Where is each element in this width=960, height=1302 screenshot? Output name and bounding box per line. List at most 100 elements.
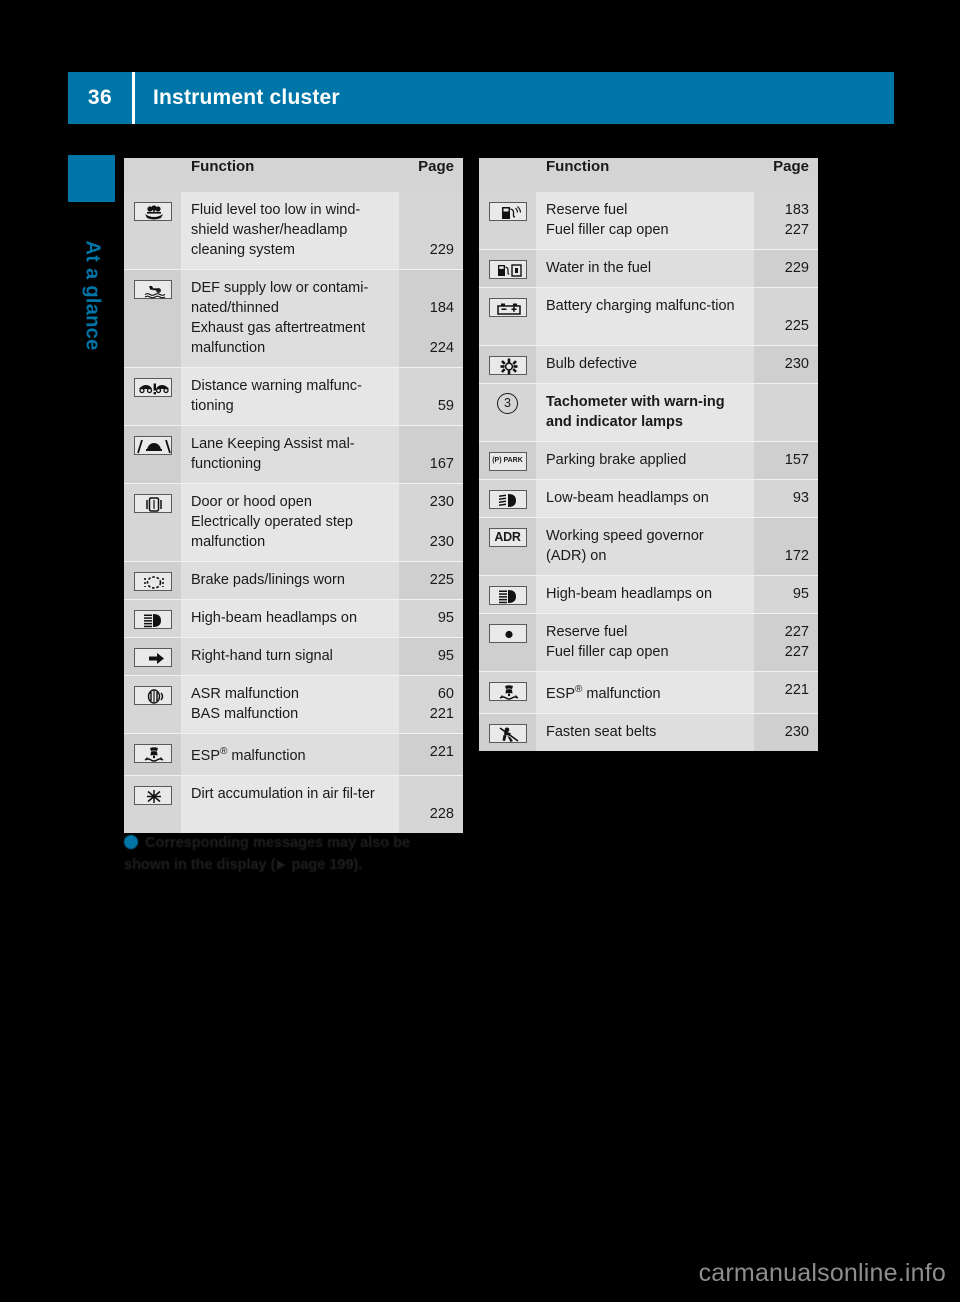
- page-title: Instrument cluster: [153, 86, 340, 109]
- row-function-cell: Bulb defective: [536, 345, 754, 384]
- function-text: Door or hood open: [191, 494, 312, 510]
- row-icon-cell: [124, 675, 181, 734]
- footnote: Corresponding messages may also be shown…: [124, 832, 454, 876]
- table-row[interactable]: Battery charging malfunc-tion 0225: [479, 287, 818, 346]
- left-table-container: Function Page Fluid level too low in wind-…: [124, 158, 463, 833]
- row-function-cell: Water in the fuel: [536, 249, 754, 288]
- warning-lamp-table-right: Function Page Reserve fuel Fuel filler cap …: [479, 158, 818, 751]
- table-row[interactable]: Distance warning malfunc-tioning 059: [124, 367, 463, 426]
- table-row[interactable]: Door or hood open Electrically operated s…: [124, 483, 463, 562]
- header-function-cell: Function: [536, 158, 754, 192]
- washer-fluid-icon: [133, 201, 172, 221]
- function-text: High-beam headlamps on: [546, 586, 713, 602]
- row-function-cell: Right-hand turn signal: [181, 637, 399, 676]
- function-text: High-beam headlamps on: [191, 610, 358, 626]
- row-page-cell: 227 227: [754, 613, 818, 672]
- table-row[interactable]: High-beam headlamps on 95: [479, 575, 818, 614]
- water-in-fuel-icon: [488, 259, 527, 279]
- header-icon-cell: [479, 158, 536, 192]
- row-page-cell: 95: [754, 575, 818, 614]
- row-page-cell: 0225: [754, 287, 818, 346]
- row-page-cell: 95: [399, 599, 463, 638]
- row-icon-cell: [124, 425, 181, 484]
- row-function-cell: Distance warning malfunc-tioning: [181, 367, 399, 426]
- right-turn-signal-icon: [133, 647, 172, 667]
- row-function-cell: Parking brake applied: [536, 441, 754, 480]
- table-row[interactable]: ESP® malfunction 221: [124, 733, 463, 776]
- page-number: 229: [784, 260, 809, 276]
- reserve-fuel-dot-icon: [488, 623, 527, 643]
- footnote-text-part2: page 199).: [287, 857, 363, 873]
- row-icon-cell: 3: [479, 383, 536, 442]
- table-row[interactable]: Lane Keeping Assist mal-functioning 0167: [124, 425, 463, 484]
- table-row[interactable]: DEF supply low or contami-nated/thinned E…: [124, 269, 463, 368]
- page-number: 224: [429, 340, 454, 356]
- parking-brake-icon: (P) PARK: [488, 451, 527, 471]
- page-number: 225: [429, 572, 454, 588]
- esp-icon: [488, 681, 527, 701]
- table-row[interactable]: ESP® malfunction 221: [479, 671, 818, 714]
- header-page-cell: Page: [754, 158, 818, 192]
- section-tab-label: At a glance: [68, 202, 115, 462]
- table-row[interactable]: Reserve fuel Fuel filler cap open 183 227: [479, 192, 818, 250]
- page-number: 227: [784, 644, 809, 660]
- table-row[interactable]: Fluid level too low in wind-shield washe…: [124, 192, 463, 270]
- table-row[interactable]: Bulb defective 230: [479, 345, 818, 384]
- table-row[interactable]: Low-beam headlamps on 93: [479, 479, 818, 518]
- table-row[interactable]: ADR Working speed governor (ADR) on 0172: [479, 517, 818, 576]
- footnote-text-part1: Corresponding messages may also be shown…: [124, 835, 411, 873]
- row-icon-cell: [479, 345, 536, 384]
- row-function-cell: DEF supply low or contami-nated/thinned E…: [181, 269, 399, 368]
- row-page-cell: 183 227: [754, 192, 818, 250]
- page-number: 95: [792, 586, 809, 602]
- row-page-cell: 059: [399, 367, 463, 426]
- bullet-dot-icon: [124, 835, 138, 849]
- table-header-row: Function Page: [479, 158, 818, 192]
- row-function-cell: Dirt accumulation in air fil-ter: [181, 774, 399, 833]
- def-fluid-icon: [133, 279, 172, 299]
- section-tab-marker: [68, 155, 115, 202]
- table-row[interactable]: Brake pads/linings worn 225: [124, 561, 463, 600]
- row-page-cell: 229: [754, 249, 818, 288]
- page-number: [754, 412, 809, 432]
- header-page-number: 36: [87, 86, 113, 109]
- page-number: 230: [429, 494, 454, 510]
- table-row[interactable]: Fasten seat belts 230: [479, 712, 818, 751]
- row-page-cell: 93: [754, 479, 818, 518]
- page-number: 230: [784, 356, 809, 372]
- function-text: Brake pads/linings worn: [191, 572, 345, 588]
- table-row[interactable]: High-beam headlamps on 95: [124, 599, 463, 638]
- row-page-cell: 230: [754, 345, 818, 384]
- table-row[interactable]: ASR malfunction BAS malfunction 60 221: [124, 675, 463, 734]
- function-text: Parking brake applied: [546, 452, 687, 468]
- function-text: ESP® malfunction: [191, 746, 306, 764]
- function-text: Reserve fuel: [546, 624, 628, 640]
- page-header: 36 Instrument cluster: [68, 72, 894, 124]
- row-icon-cell: [124, 561, 181, 600]
- table-row[interactable]: Reserve fuel Fuel filler cap open 227 227: [479, 613, 818, 672]
- table-row[interactable]: Water in the fuel 229: [479, 249, 818, 288]
- row-icon-cell: [479, 613, 536, 672]
- table-row[interactable]: Right-hand turn signal 95: [124, 637, 463, 676]
- table-row[interactable]: Dirt accumulation in air fil-ter 0228: [124, 774, 463, 833]
- watermark: carmanualsonline.info: [698, 1259, 946, 1287]
- page-number: 221: [429, 744, 454, 760]
- table-row[interactable]: (P) PARK Parking brake applied 157: [479, 441, 818, 480]
- row-icon-cell: [124, 269, 181, 368]
- row-function-cell: Reserve fuel Fuel filler cap open: [536, 192, 754, 250]
- table-row[interactable]: 3 Tachometer with warn-ing and indicator …: [479, 383, 818, 442]
- row-function-cell: Battery charging malfunc-tion: [536, 287, 754, 346]
- function-text: Fuel filler cap open: [546, 222, 669, 238]
- brake-pad-wear-icon: [133, 571, 172, 591]
- row-page-cell: 225: [399, 561, 463, 600]
- door-hood-open-icon: [133, 493, 172, 513]
- row-page-cell: 221: [399, 733, 463, 776]
- row-function-cell: High-beam headlamps on: [181, 599, 399, 638]
- manual-page: 36 Instrument cluster At a glance Functi…: [0, 0, 960, 1302]
- row-function-cell: Lane Keeping Assist mal-functioning: [181, 425, 399, 484]
- function-text: ESP® malfunction: [546, 684, 661, 702]
- row-icon-cell: ADR: [479, 517, 536, 576]
- row-page-cell: 60 221: [399, 675, 463, 734]
- row-function-cell: Brake pads/linings worn: [181, 561, 399, 600]
- function-text: Dirt accumulation in air fil-ter: [191, 785, 375, 802]
